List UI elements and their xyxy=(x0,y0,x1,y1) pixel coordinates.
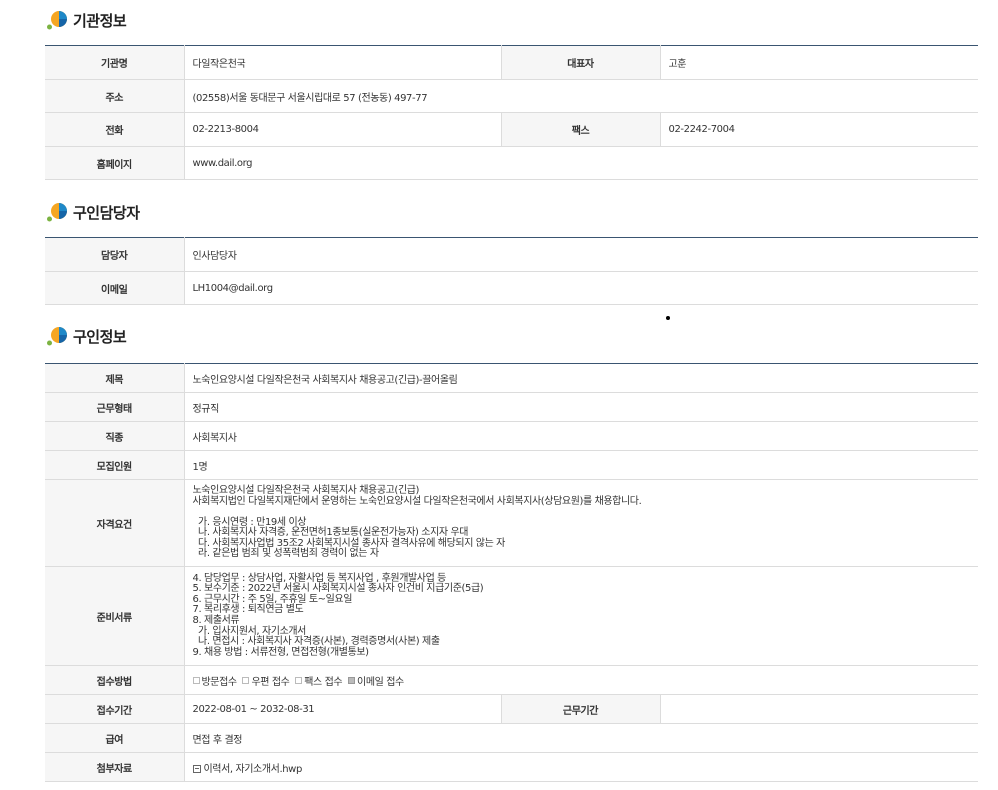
attachment-cell: 이력서, 자기소개서.hwp xyxy=(184,752,979,782)
checkbox-mail[interactable]: 우편 접수 xyxy=(242,673,290,688)
section-bullet-icon xyxy=(47,11,67,30)
phone-label: 전화 xyxy=(45,112,185,147)
checkbox-label: 팩스 접수 xyxy=(304,676,343,688)
table-row: 주소 (02558)서울 동대문구 서울시립대로 57 (전농동) 497-77 xyxy=(45,79,978,113)
institution-section-title: 기관정보 xyxy=(46,8,127,32)
qualification-label: 자격요건 xyxy=(45,479,185,567)
occupation-value: 사회복지사 xyxy=(184,421,979,451)
headcount-label: 모집인원 xyxy=(45,450,185,480)
homepage-link[interactable]: www.dail.org xyxy=(184,146,978,180)
checkbox-box xyxy=(242,676,250,684)
ceo-value: 고훈 xyxy=(660,45,978,80)
homepage-label: 홈페이지 xyxy=(45,146,185,180)
stray-dot xyxy=(666,316,670,320)
method-label: 접수방법 xyxy=(45,665,185,695)
email-value[interactable]: LH1004@dail.org xyxy=(184,271,978,305)
table-row: 홈페이지 www.dail.org xyxy=(45,146,978,180)
attachment-link[interactable]: 이력서, 자기소개서.hwp xyxy=(204,764,303,775)
table-row: 기관명 다일작은천국 대표자 고훈 xyxy=(45,45,978,80)
period-value: 2022-08-01 ~ 2032-08-31 xyxy=(184,694,501,724)
table-row: 접수방법 방문접수 우편 접수 팩스 접수 이메일 접수 xyxy=(45,665,979,695)
section-title-text: 구인담당자 xyxy=(73,203,140,222)
phone-value: 02-2213-8004 xyxy=(184,112,501,147)
method-options: 방문접수 우편 접수 팩스 접수 이메일 접수 xyxy=(184,665,979,695)
job-table: 제목 노숙인요양시설 다일작은천국 사회복지사 채용공고(긴급)-끌어올림 근무… xyxy=(45,363,979,782)
employment-label: 근무형태 xyxy=(45,392,185,422)
section-title-text: 기관정보 xyxy=(73,11,127,30)
salary-label: 급여 xyxy=(45,723,185,753)
table-row: 직종 사회복지사 xyxy=(45,421,979,451)
checkbox-fax[interactable]: 팩스 접수 xyxy=(295,673,343,688)
institution-table: 기관명 다일작은천국 대표자 고훈 주소 (02558)서울 동대문구 서울시립… xyxy=(45,45,978,180)
person-label: 담당자 xyxy=(45,237,185,272)
contact-section-title: 구인담당자 xyxy=(46,200,140,224)
checkbox-box xyxy=(348,676,356,684)
table-row: 준비서류 4. 담당업무 : 상담사업, 자활사업 등 복지사업 , 후원개발사… xyxy=(45,566,979,666)
work-period-label: 근무기간 xyxy=(500,694,661,724)
checkbox-label: 우편 접수 xyxy=(251,676,290,688)
section-bullet-icon xyxy=(47,203,67,222)
checkbox-box xyxy=(192,676,200,684)
name-value: 다일작은천국 xyxy=(184,45,501,80)
fax-label: 팩스 xyxy=(500,112,661,147)
documents-value: 4. 담당업무 : 상담사업, 자활사업 등 복지사업 , 후원개발사업 등 5… xyxy=(184,566,979,666)
name-label: 기관명 xyxy=(45,45,185,80)
documents-label: 준비서류 xyxy=(45,566,185,666)
salary-value: 면접 후 결정 xyxy=(184,723,979,753)
checkbox-visit[interactable]: 방문접수 xyxy=(192,673,238,688)
table-row: 이메일 LH1004@dail.org xyxy=(45,271,978,305)
address-label: 주소 xyxy=(45,79,185,113)
table-row: 모집인원 1명 xyxy=(45,450,979,480)
table-row: 근무형태 정규직 xyxy=(45,392,979,422)
table-row: 전화 02-2213-8004 팩스 02-2242-7004 xyxy=(45,112,978,147)
subject-value: 노숙인요양시설 다일작은천국 사회복지사 채용공고(긴급)-끌어올림 xyxy=(184,363,979,393)
checkbox-box xyxy=(295,676,303,684)
address-value: (02558)서울 동대문구 서울시립대로 57 (전농동) 497-77 xyxy=(184,79,978,113)
table-row: 급여 면접 후 결정 xyxy=(45,723,979,753)
contact-table: 담당자 인사담당자 이메일 LH1004@dail.org xyxy=(45,237,978,305)
ceo-label: 대표자 xyxy=(500,45,661,80)
section-title-text: 구인정보 xyxy=(73,327,127,346)
employment-value: 정규직 xyxy=(184,392,979,422)
subject-label: 제목 xyxy=(45,363,185,393)
occupation-label: 직종 xyxy=(45,421,185,451)
email-label: 이메일 xyxy=(45,271,185,305)
fax-value: 02-2242-7004 xyxy=(660,112,978,147)
work-period-value xyxy=(660,694,979,724)
person-value: 인사담당자 xyxy=(184,237,978,272)
checkbox-email[interactable]: 이메일 접수 xyxy=(348,673,404,688)
qualification-value: 노숙인요양시설 다일작은천국 사회복지사 채용공고(긴급) 사회복지법인 다일복… xyxy=(184,479,979,567)
period-label: 접수기간 xyxy=(45,694,185,724)
file-icon xyxy=(192,764,201,773)
job-section-title: 구인정보 xyxy=(46,324,127,348)
table-row: 제목 노숙인요양시설 다일작은천국 사회복지사 채용공고(긴급)-끌어올림 xyxy=(45,363,979,393)
table-row: 담당자 인사담당자 xyxy=(45,237,978,272)
table-row: 접수기간 2022-08-01 ~ 2032-08-31 근무기간 xyxy=(45,694,979,724)
checkbox-label: 이메일 접수 xyxy=(357,676,404,688)
section-bullet-icon xyxy=(47,327,67,346)
table-row: 자격요건 노숙인요양시설 다일작은천국 사회복지사 채용공고(긴급) 사회복지법… xyxy=(45,479,979,567)
attachment-label: 첨부자료 xyxy=(45,752,185,782)
headcount-value: 1명 xyxy=(184,450,979,480)
table-row: 첨부자료 이력서, 자기소개서.hwp xyxy=(45,752,979,782)
checkbox-label: 방문접수 xyxy=(201,676,238,688)
